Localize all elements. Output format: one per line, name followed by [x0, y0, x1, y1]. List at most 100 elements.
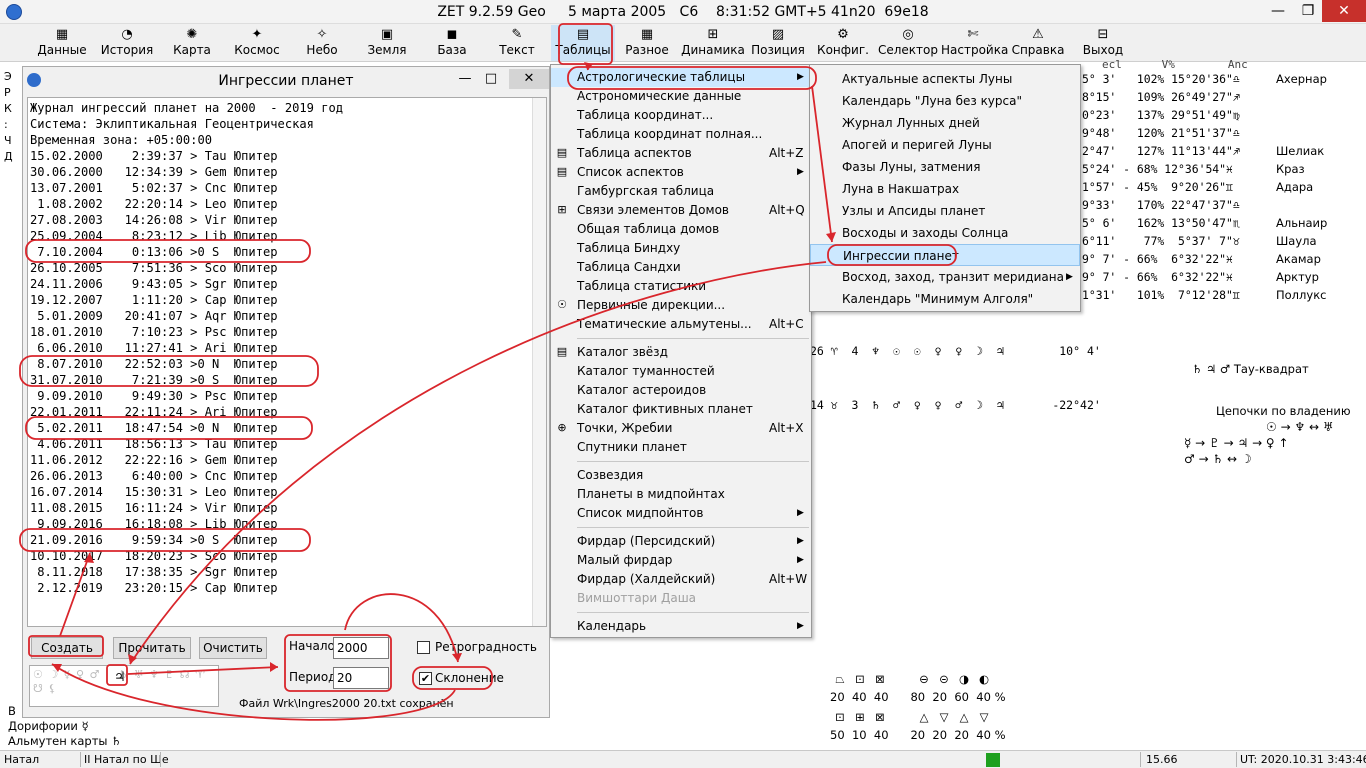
stat-symbol: ⏢ — [835, 672, 845, 686]
toolbar-label: История — [100, 43, 154, 57]
menu-item[interactable]: Каталог туманностей — [551, 362, 811, 381]
submenu-item-label: Фазы Луны, затмения — [842, 160, 981, 174]
jupiter-icon[interactable]: ♃ — [114, 670, 126, 685]
planet-selector[interactable]: ☉ ☽ ☿ ♀ ♂ ♄ ♅ ♆ ♇ ☊ ♈ ☋ ⚸ ♃ — [29, 665, 219, 707]
toolbar-map-button[interactable]: ✺ Карта — [160, 25, 224, 61]
toolbar-help-button[interactable]: ⚠ Справка — [1006, 25, 1070, 61]
submenu-item[interactable]: Календарь "Луна без курса" — [810, 90, 1080, 112]
menu-item[interactable]: Таблица Сандхи — [551, 258, 811, 277]
submenu-item[interactable]: Узлы и Апсиды планет — [810, 200, 1080, 222]
ingressions-close-button[interactable]: ✕ — [509, 69, 549, 89]
menu-item[interactable]: ⊕ Точки, Жребии Alt+X — [551, 419, 811, 438]
toolbar-position-button[interactable]: ▨ Позиция — [746, 25, 810, 61]
toolbar-cosmos-button[interactable]: ✦ Космос — [225, 25, 289, 61]
toolbar-sky-button[interactable]: ✧ Небо — [290, 25, 354, 61]
stars-table: ecl V% Anc 5° 3' 102% 15°20'36"♎ Ахернар … — [1082, 60, 1366, 310]
text-icon: ✎ — [511, 27, 523, 42]
submenu-item[interactable]: Луна в Накшатрах — [810, 178, 1080, 200]
retrograde-checkbox[interactable] — [417, 641, 430, 654]
submenu-item[interactable]: Фазы Луны, затмения — [810, 156, 1080, 178]
journal-line: 7.10.2004 0:13:06 >0 S Юпитер — [30, 245, 278, 259]
menu-item[interactable]: ▤ Каталог звёзд — [551, 343, 811, 362]
menu-item[interactable]: ▤ Таблица аспектов Alt+Z — [551, 144, 811, 163]
journal-line: 11.06.2012 22:22:16 > Gem Юпитер — [30, 453, 278, 467]
journal-scrollbar[interactable] — [532, 98, 546, 626]
stat-symbol: ⊞ — [855, 710, 865, 724]
window-close-button[interactable]: ✕ — [1322, 0, 1366, 22]
menu-item[interactable]: Каталог астероидов — [551, 381, 811, 400]
menu-item[interactable]: ⊞ Связи элементов Домов Alt+Q — [551, 201, 811, 220]
toolbar-selector-button[interactable]: ◎ Селектор — [876, 25, 940, 61]
star-name: Шаула — [1276, 234, 1317, 248]
journal-text-area[interactable]: Журнал ингрессий планет на 2000 - 2019 г… — [27, 97, 547, 627]
toolbar-exit-button[interactable]: ⊟ Выход — [1071, 25, 1135, 61]
ingressions-window: Ингрессии планет — □ ✕ Журнал ингрессий … — [22, 66, 550, 718]
menu-item[interactable]: Список мидпойнтов ▶ — [551, 504, 811, 523]
toolbar-tables-button[interactable]: ▤ Таблицы — [551, 25, 615, 61]
menu-item[interactable]: Вимшоттари Даша — [551, 589, 811, 608]
toolbar-text-button[interactable]: ✎ Текст — [485, 25, 549, 61]
menu-item-label: Каталог звёзд — [577, 345, 668, 359]
chain-line: ☿ → ♇ → ♃ → ♀ ↑ — [1184, 436, 1289, 450]
status-bar: Натал II Натал по Ше 15.66 UT: 2020.10.3… — [0, 750, 1366, 768]
toolbar-base-button[interactable]: ◼ База — [420, 25, 484, 61]
submenu-item[interactable]: Журнал Лунных дней — [810, 112, 1080, 134]
journal-line: 13.07.2001 5:02:37 > Cnc Юпитер — [30, 181, 278, 195]
menu-item[interactable]: Астрономические данные — [551, 87, 811, 106]
submenu-item-label: Журнал Лунных дней — [842, 116, 980, 130]
menu-item[interactable]: Общая таблица домов — [551, 220, 811, 239]
menu-item-label: Планеты в мидпойнтах — [577, 487, 725, 501]
menu-item[interactable]: Малый фирдар ▶ — [551, 551, 811, 570]
menu-item[interactable]: Календарь ▶ — [551, 617, 811, 636]
menu-item[interactable]: ☉ Первичные дирекции... — [551, 296, 811, 315]
toolbar-config-button[interactable]: ⚙ Конфиг. — [811, 25, 875, 61]
menu-item[interactable]: Таблица координат полная... — [551, 125, 811, 144]
menu-item[interactable]: Созвездия — [551, 466, 811, 485]
declination-checkbox[interactable]: ✔ — [419, 672, 432, 685]
journal-line: 26.06.2013 6:40:00 > Cnc Юпитер — [30, 469, 278, 483]
menu-item[interactable]: Фирдар (Халдейский) Alt+W — [551, 570, 811, 589]
menu-item[interactable]: Тематические альмутены... Alt+C — [551, 315, 811, 334]
toolbar-data-button[interactable]: ▦ Данные — [30, 25, 94, 61]
period-input[interactable]: 20 — [333, 667, 389, 689]
submenu-item[interactable]: Ингрессии планет — [810, 244, 1080, 266]
submenu-item[interactable]: Апогей и перигей Луны — [810, 134, 1080, 156]
ingressions-maximize-button[interactable]: □ — [479, 69, 503, 89]
menu-item[interactable]: Таблица координат... — [551, 106, 811, 125]
menu-item-label: Таблица координат полная... — [577, 127, 763, 141]
menu-item[interactable]: Астрологические таблицы ▶ — [551, 68, 811, 87]
submenu-item[interactable]: Восходы и заходы Солнца — [810, 222, 1080, 244]
stat-symbol: ⊠ — [875, 672, 885, 686]
submenu-item[interactable]: Актуальные аспекты Луны — [810, 68, 1080, 90]
window-maximize-button[interactable]: ❐ — [1292, 0, 1324, 22]
earth-icon: ▣ — [380, 27, 394, 42]
clear-button[interactable]: Очистить — [199, 637, 267, 659]
toolbar-earth-button[interactable]: ▣ Земля — [355, 25, 419, 61]
title-bar: ZET 9.2.59 Geo 5 марта 2005 С6 8:31:52 G… — [0, 0, 1366, 24]
toolbar-settings-button[interactable]: ✄ Настройка — [941, 25, 1008, 61]
submenu-arrow-icon: ▶ — [797, 621, 804, 631]
chain-line: ♂ → ♄ ↔ ☽ — [1184, 452, 1252, 466]
menu-item[interactable]: Планеты в мидпойнтах — [551, 485, 811, 504]
toolbar-misc-button[interactable]: ▦ Разное — [615, 25, 679, 61]
submenu-item-label: Календарь "Минимум Алголя" — [842, 292, 1034, 306]
toolbar-history-button[interactable]: ◔ История — [95, 25, 159, 61]
create-button[interactable]: Создать — [31, 637, 103, 659]
tables-icon: ▤ — [576, 27, 590, 42]
menu-item[interactable]: Спутники планет — [551, 438, 811, 457]
journal-line: 10.10.2017 18:20:23 > Sco Юпитер — [30, 549, 278, 563]
menu-item[interactable]: Таблица Биндху — [551, 239, 811, 258]
menu-item[interactable]: Каталог фиктивных планет — [551, 400, 811, 419]
settings-icon: ✄ — [967, 27, 979, 42]
ingressions-minimize-button[interactable]: — — [453, 69, 477, 89]
menu-item[interactable]: Гамбургская таблица — [551, 182, 811, 201]
submenu-item[interactable]: Восход, заход, транзит меридиана ▶ — [810, 266, 1080, 288]
menu-item[interactable]: ▤ Список аспектов ▶ — [551, 163, 811, 182]
window-minimize-button[interactable]: — — [1262, 0, 1294, 22]
menu-item[interactable]: Фирдар (Персидский) ▶ — [551, 532, 811, 551]
submenu-item[interactable]: Календарь "Минимум Алголя" — [810, 288, 1080, 310]
read-button[interactable]: Прочитать — [113, 637, 191, 659]
menu-item[interactable]: Таблица статистики — [551, 277, 811, 296]
start-year-input[interactable]: 2000 — [333, 637, 389, 659]
toolbar-dynamics-button[interactable]: ⊞ Динамика — [681, 25, 745, 61]
